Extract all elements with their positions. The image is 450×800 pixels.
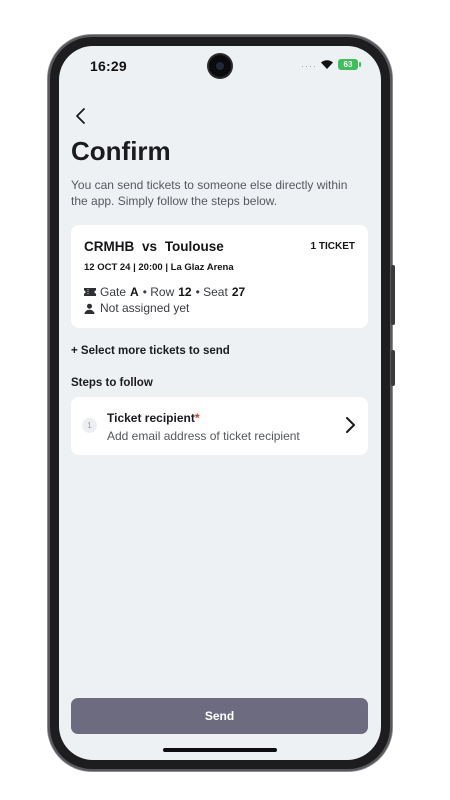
chevron-right-icon	[346, 417, 355, 433]
ticket-card: CRMHB vs Toulouse 1 TICKET 12 OCT 24 | 2…	[71, 225, 368, 328]
match-title: CRMHB vs Toulouse	[84, 239, 224, 254]
assignment-status: Not assigned yet	[84, 301, 189, 315]
ticket-count: 1 TICKET	[310, 241, 355, 252]
seat-info: Gate A • Row 12 • Seat 27	[84, 285, 249, 299]
steps-heading: Steps to follow	[71, 377, 153, 389]
status-bar: 16:29 ···· 63	[59, 46, 381, 86]
row-value: 12	[178, 285, 192, 299]
front-camera	[209, 55, 231, 77]
seat-label: • Seat	[195, 285, 228, 299]
row-label: • Row	[142, 285, 175, 299]
page-subtitle: You can send tickets to someone else dir…	[71, 178, 348, 208]
phone-frame: 16:29 ···· 63 Confirm You can send ticke…	[48, 35, 395, 771]
power-button	[391, 350, 395, 386]
event-datetime: 12 OCT 24 | 20:00 | La Glaz Arena	[84, 262, 234, 273]
step-title: Ticket recipient*	[107, 411, 200, 425]
signal-icon: ····	[301, 61, 317, 71]
away-team: Toulouse	[164, 239, 224, 254]
gate-label: Gate	[100, 285, 127, 299]
home-indicator[interactable]	[163, 748, 277, 752]
ticket-icon	[84, 288, 96, 296]
status-time: 16:29	[90, 58, 127, 74]
send-button[interactable]: Send	[71, 698, 368, 734]
step-ticket-recipient[interactable]: 1 Ticket recipient* Add email address of…	[71, 397, 368, 455]
back-arrow-icon[interactable]	[69, 104, 93, 128]
wifi-icon	[321, 60, 333, 69]
home-team: CRMHB	[84, 239, 135, 254]
volume-button	[391, 265, 395, 325]
step-subtitle: Add email address of ticket recipient	[107, 429, 300, 443]
person-icon	[84, 303, 95, 314]
page-title: Confirm	[71, 136, 171, 166]
seat-value: 27	[231, 285, 246, 299]
step-title-text: Ticket recipient	[107, 411, 195, 425]
select-more-tickets-link[interactable]: + Select more tickets to send	[71, 345, 230, 357]
screen: 16:29 ···· 63 Confirm You can send ticke…	[59, 46, 381, 760]
required-mark: *	[194, 411, 200, 425]
battery-icon: 63	[338, 59, 361, 70]
versus-label: vs	[142, 239, 158, 254]
gate-value: A	[130, 285, 139, 299]
step-number: 1	[82, 418, 97, 433]
assignment-text: Not assigned yet	[100, 301, 190, 315]
